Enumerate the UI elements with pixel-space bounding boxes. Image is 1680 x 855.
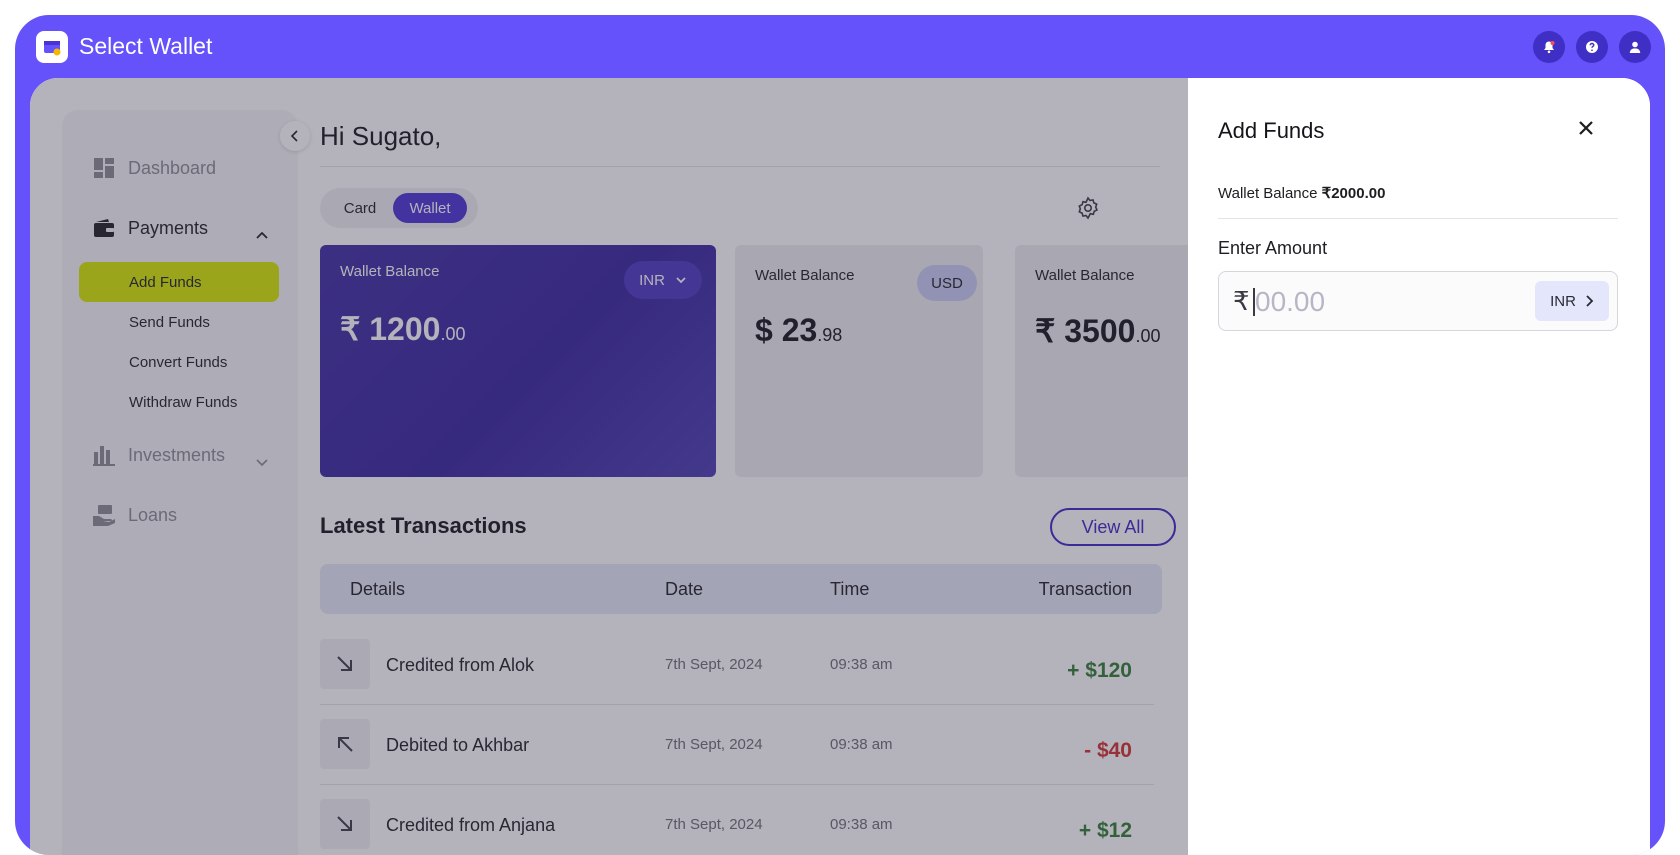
amount-input[interactable] xyxy=(1255,282,1515,322)
main-area: Dashboard Payments Add Funds Send Funds … xyxy=(30,78,1215,855)
app-window: Select Wallet Dashboard Payments Add Fun… xyxy=(15,15,1665,855)
currency-selector[interactable]: INR xyxy=(1535,281,1609,321)
content-panel: Dashboard Payments Add Funds Send Funds … xyxy=(30,78,1650,855)
top-bar: Select Wallet xyxy=(15,15,1665,78)
divider xyxy=(1218,218,1618,219)
bell-icon[interactable] xyxy=(1533,31,1565,63)
drawer-wallet-balance: Wallet Balance ₹2000.00 xyxy=(1218,184,1385,202)
app-title: Select Wallet xyxy=(79,33,213,59)
user-icon[interactable] xyxy=(1619,31,1651,63)
enter-amount-label: Enter Amount xyxy=(1218,238,1328,258)
chevron-right-icon xyxy=(1586,295,1594,307)
modal-backdrop[interactable] xyxy=(30,78,1188,855)
amount-field[interactable]: ₹ INR xyxy=(1218,271,1618,331)
add-funds-drawer: Add Funds Wallet Balance ₹2000.00 Enter … xyxy=(1188,78,1650,855)
wallet-logo-icon xyxy=(36,31,68,63)
balance-label: Wallet Balance xyxy=(1218,185,1318,202)
balance-value: ₹2000.00 xyxy=(1321,185,1386,202)
close-icon[interactable] xyxy=(1572,114,1600,142)
help-icon[interactable] xyxy=(1576,31,1608,63)
currency-label: INR xyxy=(1550,292,1576,310)
rupee-icon: ₹ xyxy=(1233,286,1250,316)
drawer-title: Add Funds xyxy=(1218,118,1325,143)
